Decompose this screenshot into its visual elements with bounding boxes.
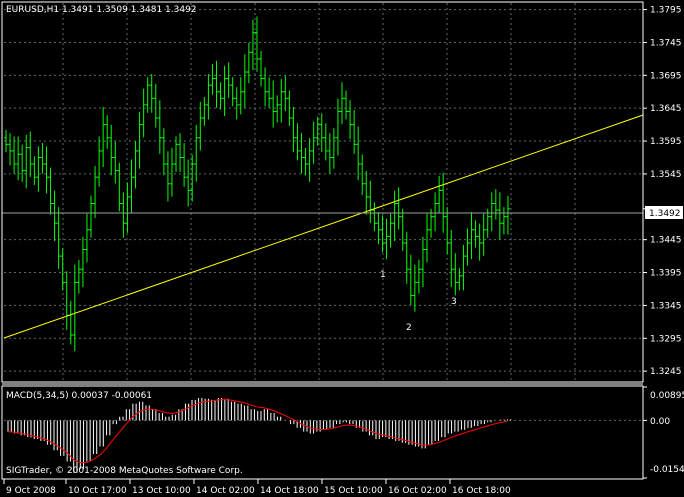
macd-label: MACD(5,34,5) 0.00037 -0.00061	[6, 391, 152, 401]
copyright-text: SIGTrader, © 2001-2008 MetaQuotes Softwa…	[6, 466, 243, 476]
time-tick-label: 14 Oct 02:00	[196, 486, 255, 496]
price-tick-label: 1.3645	[650, 104, 682, 114]
price-tick-label: 1.3595	[650, 137, 682, 147]
macd-scale-mid: 0.00	[650, 417, 670, 427]
time-tick-label: 10 Oct 17:00	[68, 486, 127, 496]
time-tick-label: 16 Oct 18:00	[452, 486, 511, 496]
annotation-2: 2	[406, 323, 412, 333]
time-tick-label: 14 Oct 18:00	[260, 486, 319, 496]
price-tick-label: 1.3445	[650, 236, 682, 246]
time-tick-label: 13 Oct 10:00	[132, 486, 191, 496]
price-tick-label: 1.3745	[650, 38, 682, 48]
time-tick-label: 9 Oct 2008	[6, 486, 56, 496]
price-tick-label: 1.3295	[650, 334, 682, 344]
time-tick-label: 15 Oct 10:00	[324, 486, 383, 496]
time-tick-label: 16 Oct 02:00	[388, 486, 447, 496]
price-tick-label: 1.3245	[650, 367, 682, 377]
annotation-1: 1	[380, 270, 386, 280]
price-tick-label: 1.3795	[650, 6, 682, 16]
current-price-label: 1.3492	[649, 209, 681, 219]
trading-chart[interactable]: 1.3795 1.3745 1.3695 1.3645 1.3595 1.3545 1.34…	[0, 0, 684, 497]
price-tick-label: 1.3545	[650, 170, 682, 180]
symbol-header: EURUSD,H1 1.3491 1.3509 1.3481 1.3492	[6, 5, 197, 15]
macd-scale-top: 0.00895	[650, 391, 684, 401]
chart-background	[0, 0, 684, 497]
price-tick-label: 1.3695	[650, 71, 682, 81]
macd-scale-bottom: -0.01543	[650, 465, 684, 475]
annotation-3: 3	[451, 297, 457, 307]
price-tick-label: 1.3345	[650, 301, 682, 311]
price-tick-label: 1.3395	[650, 269, 682, 279]
